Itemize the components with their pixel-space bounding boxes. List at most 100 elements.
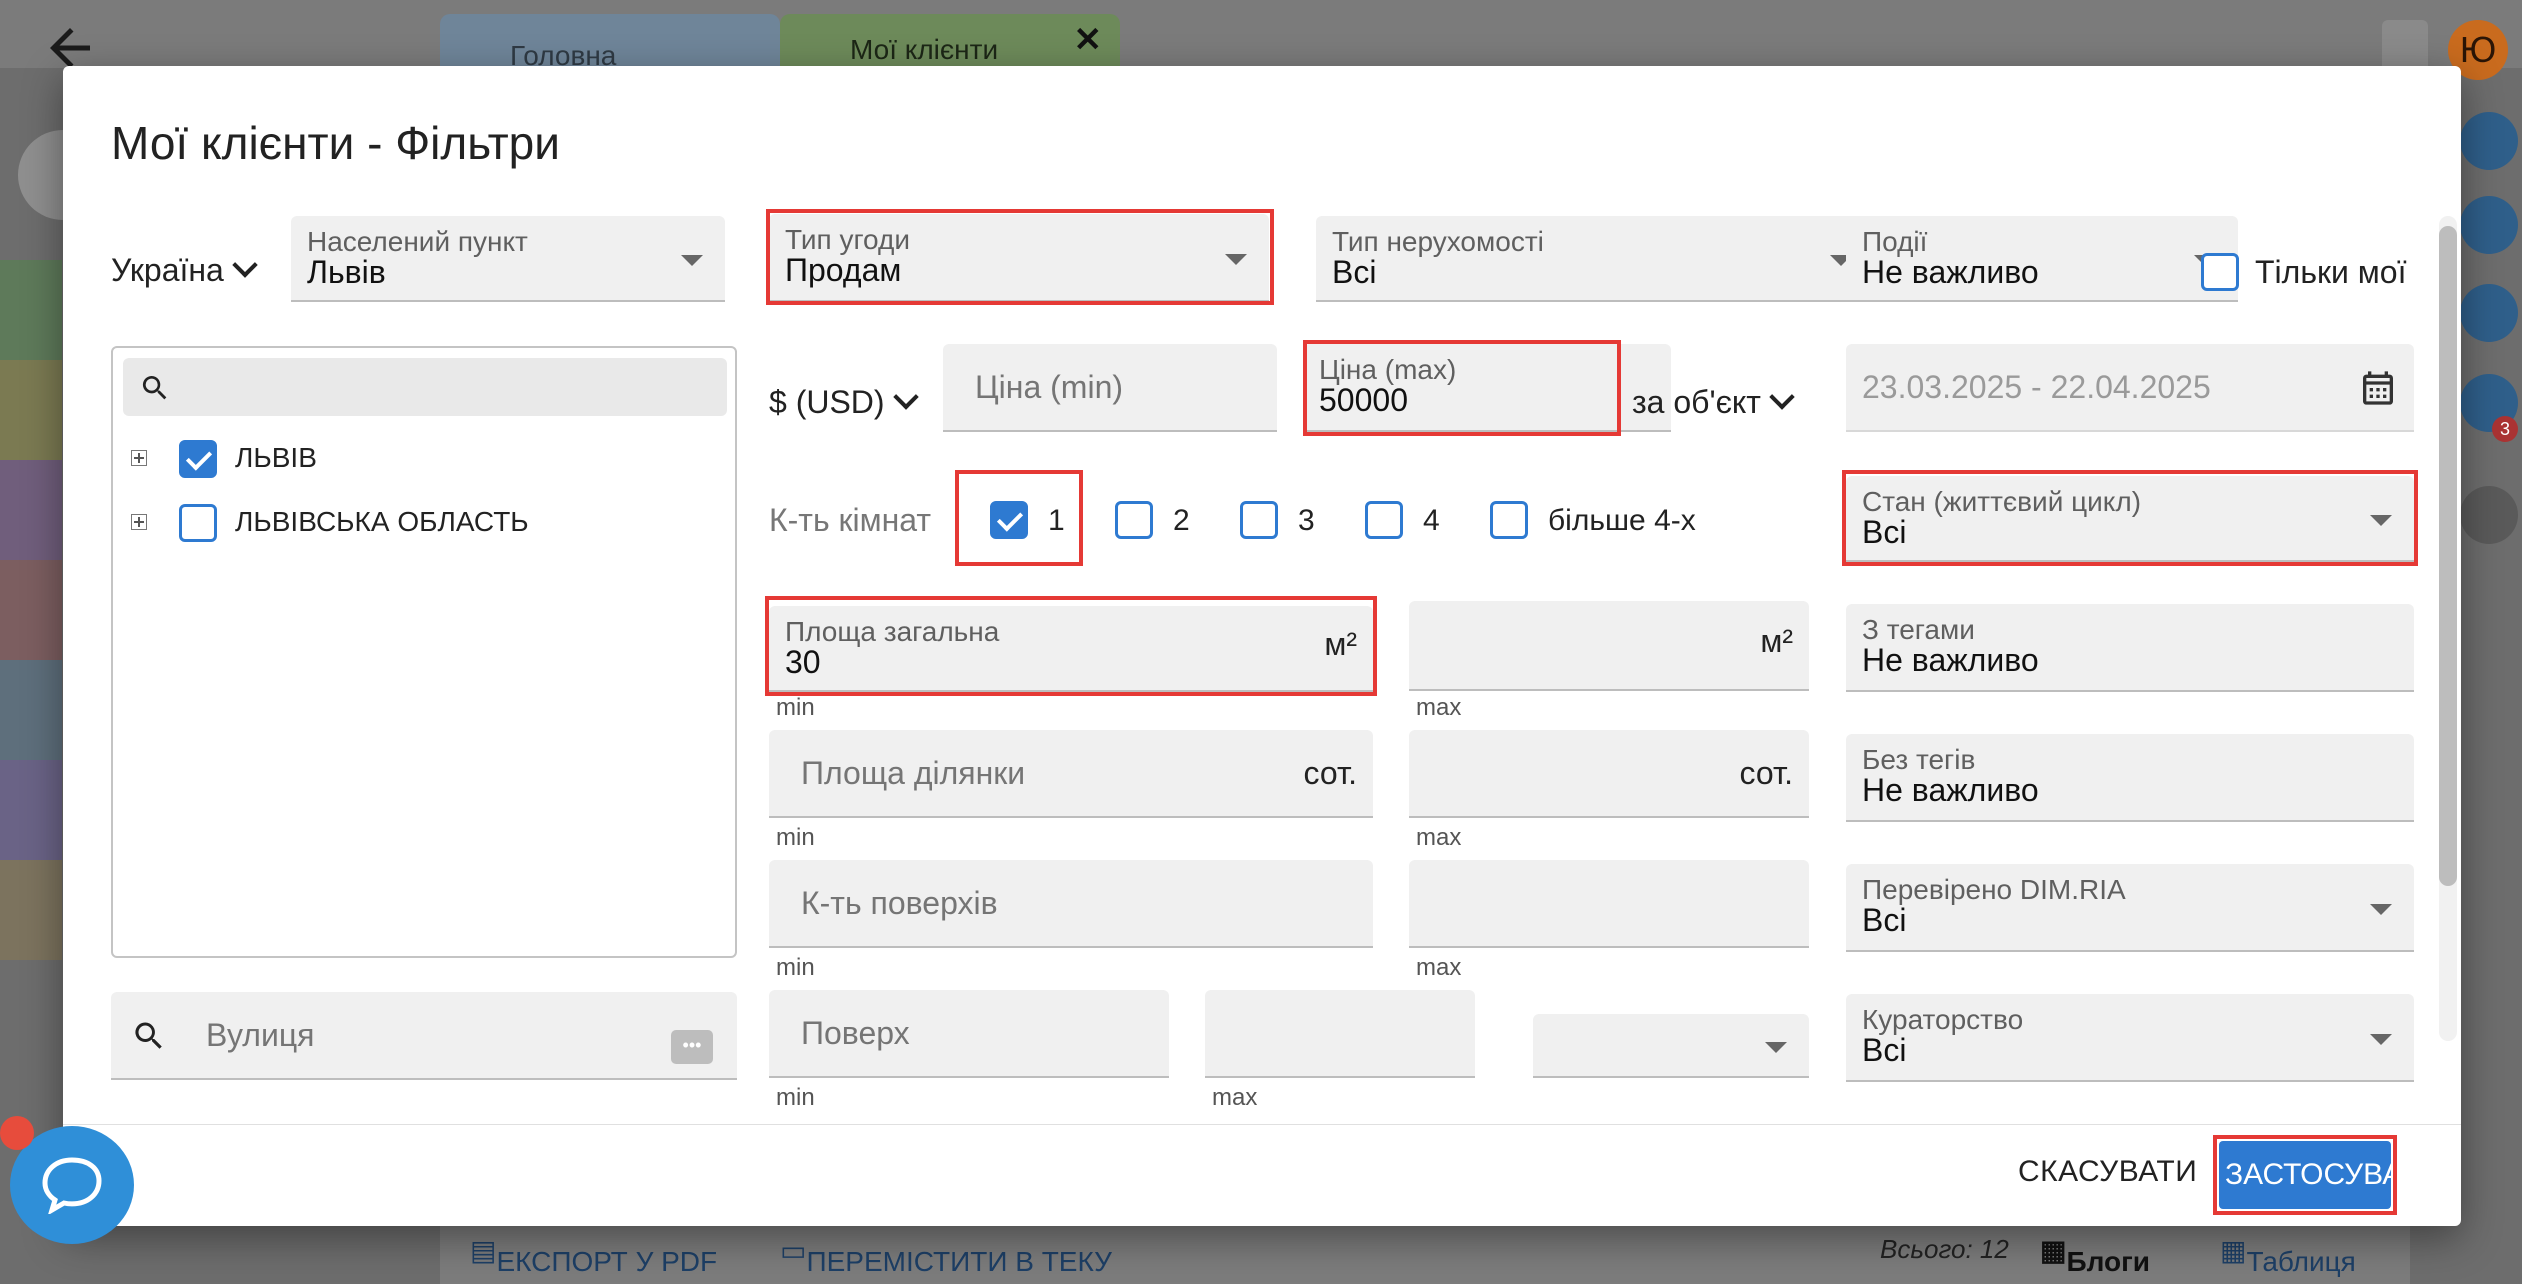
- property-type-select[interactable]: Тип нерухомості Всі: [1316, 216, 1874, 302]
- price-max-value: 50000: [1319, 382, 1408, 418]
- total-area-max-label: max: [1416, 694, 1462, 721]
- plot-area-max-input[interactable]: сот.: [1409, 730, 1809, 818]
- events-value: Не важливо: [1862, 254, 2039, 290]
- tree-item-lviv: ЛЬВІВ: [235, 442, 317, 473]
- country-select[interactable]: Україна: [111, 252, 258, 289]
- chat-icon: [42, 1157, 102, 1214]
- expand-icon[interactable]: [131, 450, 147, 466]
- expand-icon[interactable]: [131, 514, 147, 530]
- close-icon[interactable]: ✕: [1074, 20, 1103, 60]
- rooms-more-checkbox[interactable]: [1490, 501, 1528, 539]
- dropdown-arrow-icon: [1765, 1042, 1787, 1053]
- floor-extra-select[interactable]: [1533, 1014, 1809, 1078]
- dropdown-arrow-icon: [681, 255, 703, 266]
- cancel-button[interactable]: СКАСУВАТИ: [2018, 1155, 2197, 1189]
- export-pdf-button[interactable]: ▤ ЕКСПОРТ У PDF: [470, 1234, 717, 1277]
- floors-count-max-input[interactable]: [1409, 860, 1809, 948]
- tree-item-lviv-checkbox[interactable]: [179, 440, 217, 478]
- rooms-4-label: 4: [1423, 504, 1440, 537]
- sidebar-item-tools[interactable]: [0, 660, 62, 760]
- floors-count-min-input[interactable]: К-ть поверхів: [769, 860, 1373, 948]
- dropdown-arrow-icon: [2370, 515, 2392, 526]
- sidebar-item-stats[interactable]: [0, 860, 62, 960]
- chevron-down-icon: [892, 384, 919, 410]
- right-toolbar: 3: [2460, 0, 2522, 1284]
- date-range-value: 23.03.2025 - 22.04.2025: [1862, 368, 2211, 405]
- plot-area-min-input[interactable]: Площа ділянки сот.: [769, 730, 1373, 818]
- currency-value: $ (USD): [769, 384, 885, 420]
- rooms-4-checkbox[interactable]: [1365, 501, 1403, 539]
- rooms-2-checkbox[interactable]: [1115, 501, 1153, 539]
- curatorship-value: Всі: [1862, 1032, 1907, 1068]
- total-area-max-input[interactable]: м²: [1409, 601, 1809, 691]
- floor-min-input[interactable]: Поверх: [769, 990, 1169, 1078]
- notification-count: 3: [2499, 419, 2510, 439]
- export-pdf-label: ЕКСПОРТ У PDF: [496, 1246, 718, 1277]
- price-per-select[interactable]: за об'єкт: [1632, 384, 1795, 421]
- street-input[interactable]: Вулиця •••: [111, 992, 737, 1080]
- search-icon: [135, 1022, 162, 1049]
- plot-area-min-label: min: [776, 824, 815, 851]
- sidebar-item-deals[interactable]: [0, 560, 62, 660]
- bottom-bar: ▤ ЕКСПОРТ У PDF ▭ ПЕРЕМІСТИТИ В ТЕКУ Всь…: [440, 1222, 2410, 1284]
- rooms-more-label: більше 4-х: [1548, 504, 1696, 537]
- table-view-button[interactable]: ▦ Таблиця: [2220, 1234, 2356, 1277]
- sidebar-item-folders[interactable]: [0, 460, 62, 560]
- tree-search-input[interactable]: [123, 358, 727, 416]
- plot-area-max-unit: сот.: [1739, 754, 1793, 791]
- table-label: Таблиця: [2246, 1246, 2356, 1277]
- deal-type-select[interactable]: Тип угоди Продам: [769, 214, 1269, 302]
- date-range-input[interactable]: 23.03.2025 - 22.04.2025: [1846, 344, 2414, 432]
- sidebar-item-target[interactable]: [0, 760, 62, 860]
- blogs-view-button[interactable]: ▦ Блоги: [2040, 1234, 2150, 1277]
- with-tags-select[interactable]: З тегами Не важливо: [1846, 604, 2414, 692]
- plot-area-placeholder: Площа ділянки: [801, 754, 1026, 791]
- calendar-icon[interactable]: [2460, 112, 2518, 170]
- tree-item-lviv-region-checkbox[interactable]: [179, 504, 217, 542]
- floor-max-input[interactable]: [1205, 990, 1475, 1078]
- calendar-icon[interactable]: [2358, 368, 2398, 408]
- notification-badge: 3: [2492, 416, 2518, 442]
- keyboard-icon[interactable]: •••: [671, 1030, 713, 1064]
- left-sidebar: [0, 260, 62, 960]
- price-max-input[interactable]: Ціна (max) 50000: [1303, 344, 1671, 432]
- move-to-folder-button[interactable]: ▭ ПЕРЕМІСТИТИ В ТЕКУ: [780, 1234, 1112, 1277]
- without-tags-select[interactable]: Без тегів Не важливо: [1846, 734, 2414, 822]
- tab-my-clients-label: Мої клієнти: [850, 34, 999, 65]
- country-value: Україна: [111, 252, 224, 288]
- sidebar-item-objects[interactable]: [0, 360, 62, 460]
- rooms-1-checkbox[interactable]: [990, 501, 1028, 539]
- settlement-select[interactable]: Населений пункт Львів: [291, 216, 725, 302]
- lifecycle-value: Всі: [1862, 514, 1907, 550]
- sidebar-item-contacts[interactable]: [0, 260, 62, 360]
- blogs-label: Блоги: [2066, 1246, 2150, 1277]
- search-icon[interactable]: [2460, 196, 2518, 254]
- without-tags-value: Не важливо: [1862, 772, 2039, 808]
- scrollbar-thumb[interactable]: [2439, 226, 2457, 886]
- events-select[interactable]: Події Не важливо: [1846, 216, 2238, 302]
- lifecycle-select[interactable]: Стан (життєвий цикл) Всі: [1846, 476, 2414, 562]
- dialog-scrollbar[interactable]: [2439, 216, 2457, 1041]
- dialog-footer: СКАСУВАТИ ЗАСТОСУВАТИ: [63, 1124, 2461, 1227]
- price-min-input[interactable]: Ціна (min): [943, 344, 1277, 432]
- total-count: Всього: 12: [1880, 1234, 2009, 1264]
- total-area-max-unit: м²: [1760, 622, 1793, 659]
- location-tree: ЛЬВІВ ЛЬВІВСЬКА ОБЛАСТЬ: [111, 346, 737, 958]
- apply-button[interactable]: ЗАСТОСУВАТИ: [2219, 1141, 2440, 1209]
- dialog-title: Мої клієнти - Фільтри: [111, 117, 560, 169]
- currency-select[interactable]: $ (USD): [769, 384, 919, 421]
- total-area-min-input[interactable]: Площа загальна 30 м²: [769, 606, 1373, 692]
- message-icon[interactable]: [2460, 284, 2518, 342]
- dropdown-arrow-icon: [2370, 904, 2392, 915]
- rooms-3-checkbox[interactable]: [1240, 501, 1278, 539]
- deal-type-value: Продам: [785, 252, 902, 288]
- settlement-value: Львів: [307, 254, 386, 290]
- help-icon[interactable]: [2460, 486, 2518, 544]
- street-placeholder: Вулиця: [206, 1016, 315, 1053]
- only-mine-checkbox[interactable]: [2201, 253, 2239, 291]
- move-to-folder-label: ПЕРЕМІСТИТИ В ТЕКУ: [806, 1246, 1112, 1277]
- verified-value: Всі: [1862, 902, 1907, 938]
- total-area-unit: м²: [1324, 625, 1357, 662]
- verified-select[interactable]: Перевірено DIM.RIA Всі: [1846, 864, 2414, 952]
- curatorship-select[interactable]: Кураторство Всі: [1846, 994, 2414, 1082]
